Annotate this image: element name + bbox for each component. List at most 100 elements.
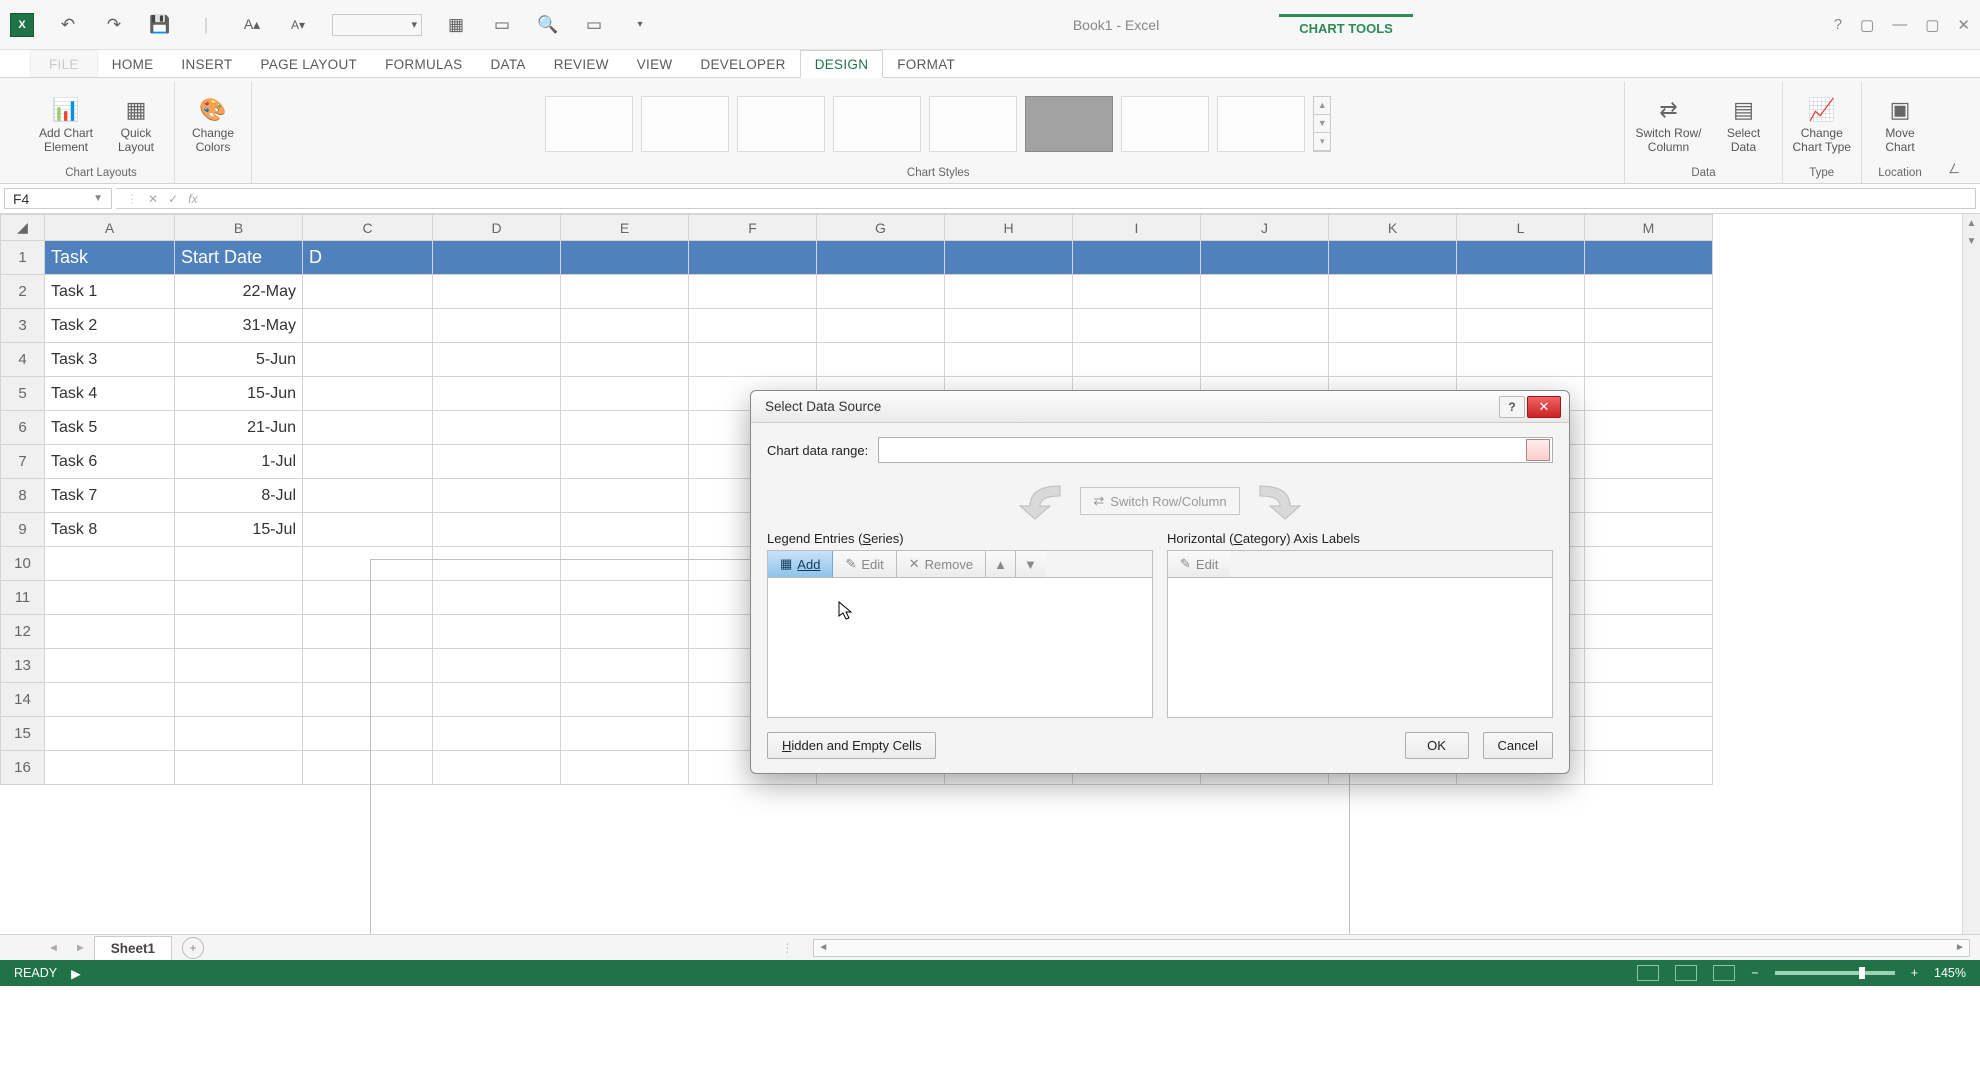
scroll-up-icon[interactable]: ▲ xyxy=(1963,214,1980,232)
col-header[interactable]: J xyxy=(1201,215,1329,241)
normal-view-button[interactable] xyxy=(1637,965,1659,981)
tab-home[interactable]: HOME xyxy=(98,51,168,77)
cell[interactable] xyxy=(1201,343,1329,377)
cell[interactable] xyxy=(1585,751,1713,785)
range-picker-icon[interactable] xyxy=(1526,439,1550,461)
cell[interactable]: Task xyxy=(45,241,175,275)
chart-styles-more[interactable]: ▲▼▾ xyxy=(1313,96,1331,152)
undo-button[interactable]: ↶ xyxy=(56,13,80,37)
vertical-scrollbar[interactable]: ▲ ▼ xyxy=(1962,214,1980,934)
cell[interactable] xyxy=(1073,275,1201,309)
cell[interactable] xyxy=(303,479,433,513)
cell[interactable] xyxy=(561,513,689,547)
cell[interactable] xyxy=(45,615,175,649)
cell[interactable] xyxy=(561,479,689,513)
select-all-corner[interactable]: ◢ xyxy=(1,215,45,241)
table-row[interactable]: 3Task 231-May xyxy=(1,309,1713,343)
cell[interactable] xyxy=(433,343,561,377)
row-header[interactable]: 16 xyxy=(1,751,45,785)
tab-insert[interactable]: INSERT xyxy=(167,51,246,77)
new-sheet-button[interactable]: + xyxy=(182,937,204,959)
tab-design[interactable]: DESIGN xyxy=(800,50,884,78)
cell[interactable] xyxy=(561,343,689,377)
cell[interactable]: Task 3 xyxy=(45,343,175,377)
cell[interactable]: 15-Jul xyxy=(175,513,303,547)
chart-style-7[interactable] xyxy=(1121,96,1209,152)
cell[interactable] xyxy=(1585,275,1713,309)
switch-row-column-button[interactable]: ⇄ Switch Row/ Column xyxy=(1635,95,1701,155)
sheet-nav-next[interactable]: ► xyxy=(67,942,94,954)
cell[interactable] xyxy=(1201,275,1329,309)
cell[interactable] xyxy=(303,309,433,343)
cell[interactable] xyxy=(1585,683,1713,717)
cell[interactable]: Start Date xyxy=(175,241,303,275)
cell[interactable] xyxy=(303,445,433,479)
table-row[interactable]: 1TaskStart DateD xyxy=(1,241,1713,275)
cell[interactable] xyxy=(175,615,303,649)
row-header[interactable]: 13 xyxy=(1,649,45,683)
cell[interactable] xyxy=(175,751,303,785)
cell[interactable] xyxy=(175,717,303,751)
row-header[interactable]: 8 xyxy=(1,479,45,513)
cell[interactable] xyxy=(175,683,303,717)
cell[interactable] xyxy=(45,581,175,615)
cell[interactable] xyxy=(1457,275,1585,309)
tab-file[interactable]: FILE xyxy=(30,50,98,77)
cell[interactable] xyxy=(303,343,433,377)
minimize-button[interactable]: — xyxy=(1892,16,1907,34)
tab-formulas[interactable]: FORMULAS xyxy=(371,51,476,77)
row-header[interactable]: 3 xyxy=(1,309,45,343)
cell[interactable] xyxy=(303,513,433,547)
close-button[interactable]: ✕ xyxy=(1957,16,1970,34)
cell[interactable] xyxy=(1457,241,1585,275)
cell[interactable] xyxy=(45,751,175,785)
cell[interactable] xyxy=(1585,377,1713,411)
col-header[interactable]: G xyxy=(817,215,945,241)
zoom-in-button[interactable]: + xyxy=(1911,966,1918,980)
cell[interactable] xyxy=(945,309,1073,343)
qat-button-1[interactable]: ▦ xyxy=(444,13,468,37)
maximize-button[interactable]: ▢ xyxy=(1925,16,1939,34)
col-header[interactable]: L xyxy=(1457,215,1585,241)
cell[interactable] xyxy=(945,275,1073,309)
row-header[interactable]: 2 xyxy=(1,275,45,309)
zoom-level[interactable]: 145% xyxy=(1934,966,1966,980)
cell[interactable] xyxy=(1585,309,1713,343)
row-header[interactable]: 9 xyxy=(1,513,45,547)
cell[interactable] xyxy=(433,479,561,513)
redo-button[interactable]: ↷ xyxy=(102,13,126,37)
chart-style-5[interactable] xyxy=(929,96,1017,152)
cell[interactable] xyxy=(1585,343,1713,377)
cell[interactable] xyxy=(303,275,433,309)
zoom-out-button[interactable]: − xyxy=(1751,966,1758,980)
col-header[interactable]: H xyxy=(945,215,1073,241)
qat-more[interactable]: ▾ xyxy=(628,13,652,37)
cell[interactable] xyxy=(1457,309,1585,343)
table-row[interactable]: 4Task 35-Jun xyxy=(1,343,1713,377)
cell[interactable] xyxy=(689,275,817,309)
col-header[interactable]: D xyxy=(433,215,561,241)
cell[interactable] xyxy=(45,717,175,751)
cell[interactable] xyxy=(45,683,175,717)
row-header[interactable]: 5 xyxy=(1,377,45,411)
cell[interactable] xyxy=(433,241,561,275)
cell[interactable]: Task 5 xyxy=(45,411,175,445)
cell[interactable] xyxy=(1585,547,1713,581)
cell[interactable] xyxy=(303,377,433,411)
cell[interactable] xyxy=(1329,309,1457,343)
font-grow-button[interactable]: A▴ xyxy=(240,13,264,37)
cell[interactable] xyxy=(561,445,689,479)
qat-button-4[interactable]: ▭ xyxy=(582,13,606,37)
col-header[interactable]: B xyxy=(175,215,303,241)
fx-button[interactable]: fx xyxy=(188,192,197,206)
chart-style-2[interactable] xyxy=(641,96,729,152)
ribbon-display-options[interactable]: ▢ xyxy=(1860,16,1874,34)
cell[interactable] xyxy=(1201,309,1329,343)
sheet-tab[interactable]: Sheet1 xyxy=(94,936,172,960)
cell[interactable] xyxy=(1585,411,1713,445)
cell[interactable] xyxy=(817,343,945,377)
ok-button[interactable]: OK xyxy=(1405,732,1469,759)
row-header[interactable]: 6 xyxy=(1,411,45,445)
formula-input[interactable] xyxy=(207,188,1976,209)
axis-labels-list[interactable] xyxy=(1167,578,1553,718)
